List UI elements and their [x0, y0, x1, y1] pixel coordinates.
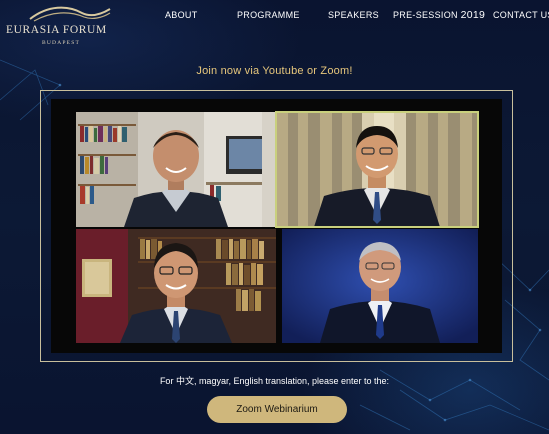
nav-presession[interactable]: PRE-SESSION 2019	[393, 9, 485, 21]
video-tile-bottom-left[interactable]	[76, 229, 276, 343]
brand-subtitle: BUDAPEST	[42, 40, 81, 46]
wave-swoosh-icon	[29, 6, 111, 22]
nav-speakers[interactable]: SPEAKERS	[328, 10, 379, 20]
nav-about[interactable]: ABOUT	[165, 10, 198, 20]
video-tile-top-left[interactable]	[76, 112, 276, 227]
brand-logo[interactable]: EURASIA FORUM BUDAPEST	[6, 3, 136, 47]
nav-contact[interactable]: CONTACT US	[493, 10, 549, 20]
translation-instructions: For 中文, magyar, English translation, ple…	[159, 376, 390, 386]
participant-video-1	[76, 112, 276, 227]
brand-title: EURASIA FORUM	[6, 24, 107, 36]
video-tile-bottom-right[interactable]	[282, 229, 478, 343]
nav-programme[interactable]: PROGRAMME	[237, 10, 300, 20]
participant-video-4	[282, 229, 478, 343]
nav-presession-label: PRE-SESSION	[393, 10, 458, 20]
nav-presession-year: 2019	[460, 9, 486, 21]
join-heading: Join now via Youtube or Zoom!	[196, 65, 353, 77]
participant-video-3	[76, 229, 276, 343]
zoom-webinar-button[interactable]: Zoom Webinarium	[207, 396, 347, 423]
video-tile-top-right[interactable]	[275, 111, 479, 228]
participant-video-2	[276, 112, 478, 227]
